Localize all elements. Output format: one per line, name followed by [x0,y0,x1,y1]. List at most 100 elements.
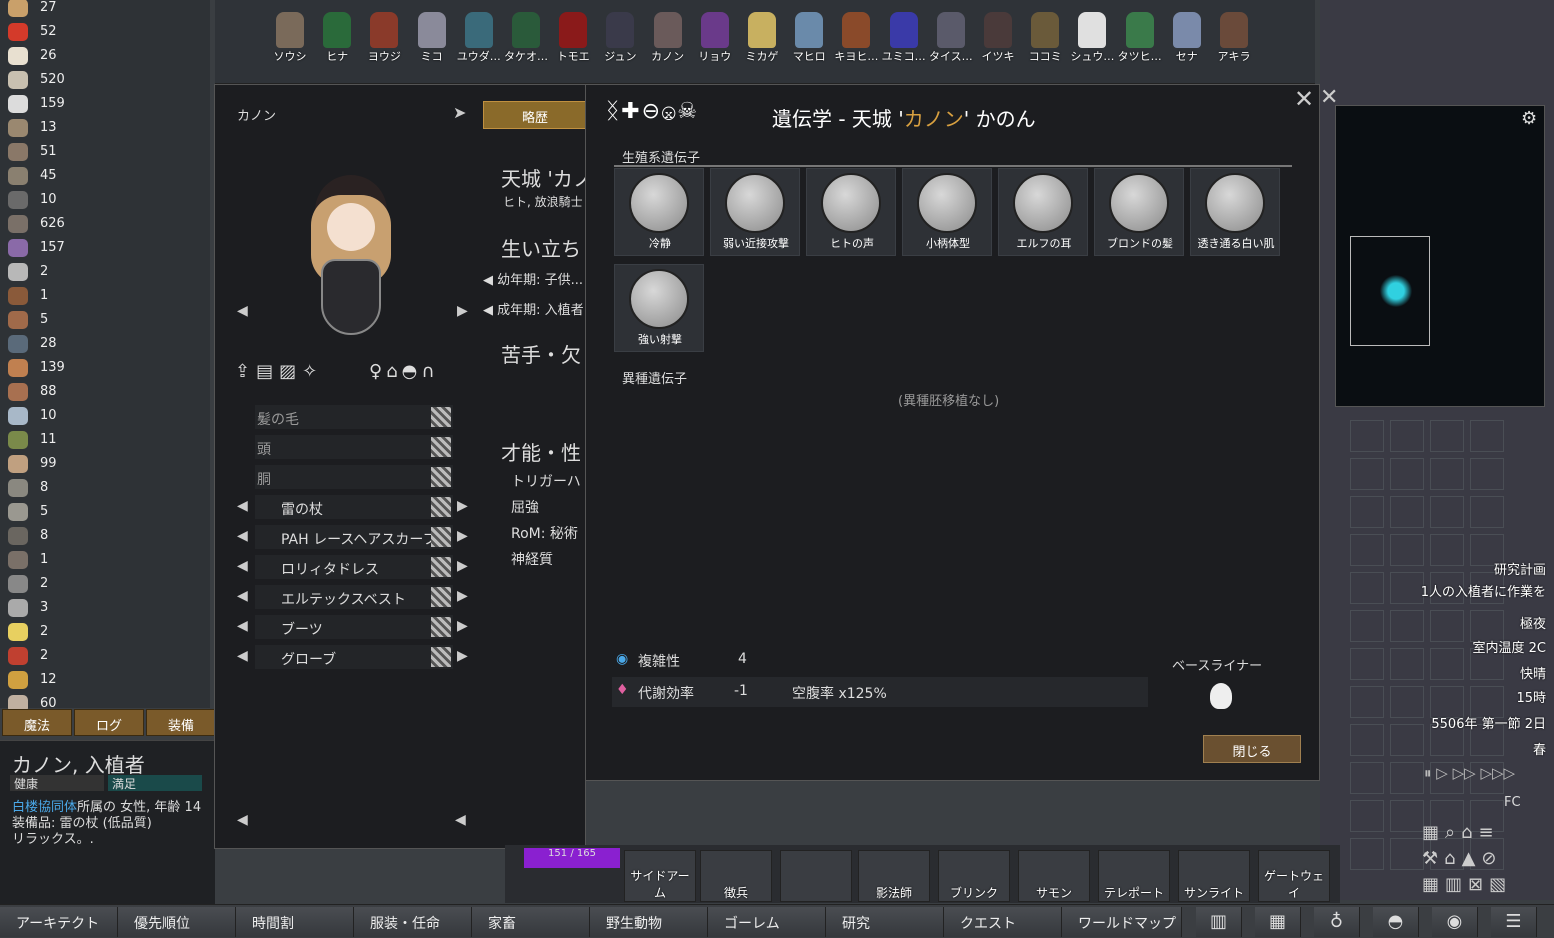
headphones-icon[interactable]: ∩ [421,361,438,382]
setting-icon-9[interactable]: ▦ [1422,874,1445,895]
resource-row[interactable]: 5 [0,308,200,332]
hatch-icon[interactable] [431,407,451,427]
research-title[interactable]: 研究計画 [1494,559,1546,578]
apparel-next-button[interactable]: ▶ [457,528,468,544]
resource-row[interactable]: 1 [0,548,200,572]
resource-row[interactable]: 26 [0,44,200,68]
apparel-slot[interactable]: PAH レースヘアスカーフ [255,525,453,549]
colonist-14[interactable]: タイス… [929,12,973,64]
setting-icon-7[interactable]: ▲ [1462,848,1482,869]
apparel-slot[interactable]: エルテックスベスト [255,585,453,609]
colonist-4[interactable]: ユウダ… [457,12,501,64]
resource-row[interactable]: 88 [0,380,200,404]
gene-2[interactable]: ヒトの声 [806,168,896,256]
resource-row[interactable]: 3 [0,596,200,620]
colonist-5[interactable]: タケオ… [504,12,548,64]
setting-icon-2[interactable]: ⌕ [1445,822,1461,843]
ability-1[interactable]: 徴兵 [700,850,772,902]
resource-row[interactable]: 10 [0,188,200,212]
resource-row[interactable]: 1 [0,284,200,308]
setting-icon-11[interactable]: ⊠ [1468,874,1489,895]
colonist-16[interactable]: ココミ [1023,12,1067,64]
tab-bio[interactable]: 略歴 [483,101,587,129]
childhood-row[interactable]: ◀ 幼年期: 子供... [483,269,583,288]
hatch-icon[interactable] [431,497,451,517]
main-tab-2[interactable]: 時間割 [236,907,354,937]
apparel-slot[interactable]: 髪の毛 [255,405,453,429]
apparel-prev-button[interactable]: ◀ [237,588,248,604]
gene-6[interactable]: 透き通る白い肌 [1190,168,1280,256]
apparel-next-button[interactable]: ▶ [457,588,468,604]
resource-row[interactable]: 28 [0,332,200,356]
apparel-prev-button[interactable]: ◀ [237,618,248,634]
bulb-icon[interactable]: ♁ [1314,907,1360,937]
bottom-prev-button[interactable]: ◀ [237,812,248,828]
main-tab-9[interactable]: ワールドマップ [1062,907,1182,937]
trait[interactable]: RoM: 秘術 [511,523,578,543]
next-style-button[interactable]: ▶ [457,303,468,319]
setting-icon-12[interactable]: ▧ [1489,874,1512,895]
hatch-icon[interactable] [431,647,451,667]
hatch-icon[interactable] [431,617,451,637]
setting-icon-5[interactable]: ⚒ [1422,848,1444,869]
bottom-prev2-button[interactable]: ◀ [455,812,466,828]
colonist-12[interactable]: キヨヒ… [834,12,878,64]
setting-icon-6[interactable]: ⌂ [1444,848,1461,869]
resource-row[interactable]: 45 [0,164,200,188]
apparel-slot[interactable]: グローブ [255,645,453,669]
main-tab-6[interactable]: ゴーレム [708,907,826,937]
resource-row[interactable]: 12 [0,668,200,692]
close-button[interactable]: 閉じる [1203,735,1301,763]
resource-row[interactable]: 11 [0,428,200,452]
speed2-icon[interactable]: ▷▷ [1453,764,1476,782]
ability-3[interactable]: 影法師 [858,850,930,902]
adulthood-row[interactable]: ◀ 成年期: 入植者 [483,299,584,318]
chart-icon[interactable]: ▦ [1255,907,1301,937]
setting-icon-10[interactable]: ▥ [1445,874,1468,895]
female-icon[interactable]: ♀ [369,361,386,382]
ability-7[interactable]: サンライト [1178,850,1250,902]
main-tab-8[interactable]: クエスト [944,907,1062,937]
ability-6[interactable]: テレポート [1098,850,1170,902]
portrait-icon[interactable]: ◉ [1432,907,1478,937]
colonist-9[interactable]: リョウ [693,12,737,64]
gene-4[interactable]: エルフの耳 [998,168,1088,256]
main-tab-4[interactable]: 家畜 [472,907,590,937]
gene-1[interactable]: 弱い近接攻撃 [710,168,800,256]
ability-4[interactable]: ブリンク [938,850,1010,902]
x-icon[interactable]: ⓧ [662,99,677,124]
setting-icon-1[interactable]: ▦ [1422,822,1445,843]
resource-row[interactable]: 13 [0,116,200,140]
prev-style-button[interactable]: ◀ [237,303,248,319]
gene-5[interactable]: ブロンドの髪 [1094,168,1184,256]
apparel-prev-button[interactable]: ◀ [237,558,248,574]
gear-icon[interactable]: ⚙ [1521,108,1537,129]
apparel-next-button[interactable]: ▶ [457,618,468,634]
skull-icon[interactable]: ☠ [677,99,699,124]
pause-icon[interactable]: ⏸ [1424,764,1432,782]
setting-icon-4[interactable]: ≡ [1479,822,1500,843]
tab-log[interactable]: ログ [74,709,144,736]
hatch-icon[interactable] [431,527,451,547]
ability-8[interactable]: ゲートウェイ [1258,850,1330,902]
apparel-slot[interactable]: 雷の杖 [255,495,453,519]
main-tab-3[interactable]: 服装・任命 [354,907,472,937]
colonist-17[interactable]: シュウ… [1070,12,1114,64]
close-x2-icon[interactable]: ✕ [1320,85,1338,110]
resource-row[interactable]: 2 [0,620,200,644]
ability-0[interactable]: サイドアーム [624,850,696,902]
resource-row[interactable]: 27 [0,0,200,20]
apparel-slot[interactable]: 頭 [255,435,453,459]
resource-row[interactable]: 52 [0,20,200,44]
hatch-icon[interactable] [431,587,451,607]
spin-icon[interactable]: ✧ [302,361,323,382]
resource-row[interactable]: 99 [0,452,200,476]
colonist-0[interactable]: ソウシ [268,12,312,64]
colonist-15[interactable]: イツキ [976,12,1020,64]
gene-0[interactable]: 冷静 [614,168,704,256]
colonist-3[interactable]: ミコ [410,12,454,64]
colonist-11[interactable]: マヒロ [787,12,831,64]
helmet-icon[interactable]: ◓ [1373,907,1419,937]
resource-row[interactable]: 8 [0,476,200,500]
apparel-prev-button[interactable]: ◀ [237,498,248,514]
